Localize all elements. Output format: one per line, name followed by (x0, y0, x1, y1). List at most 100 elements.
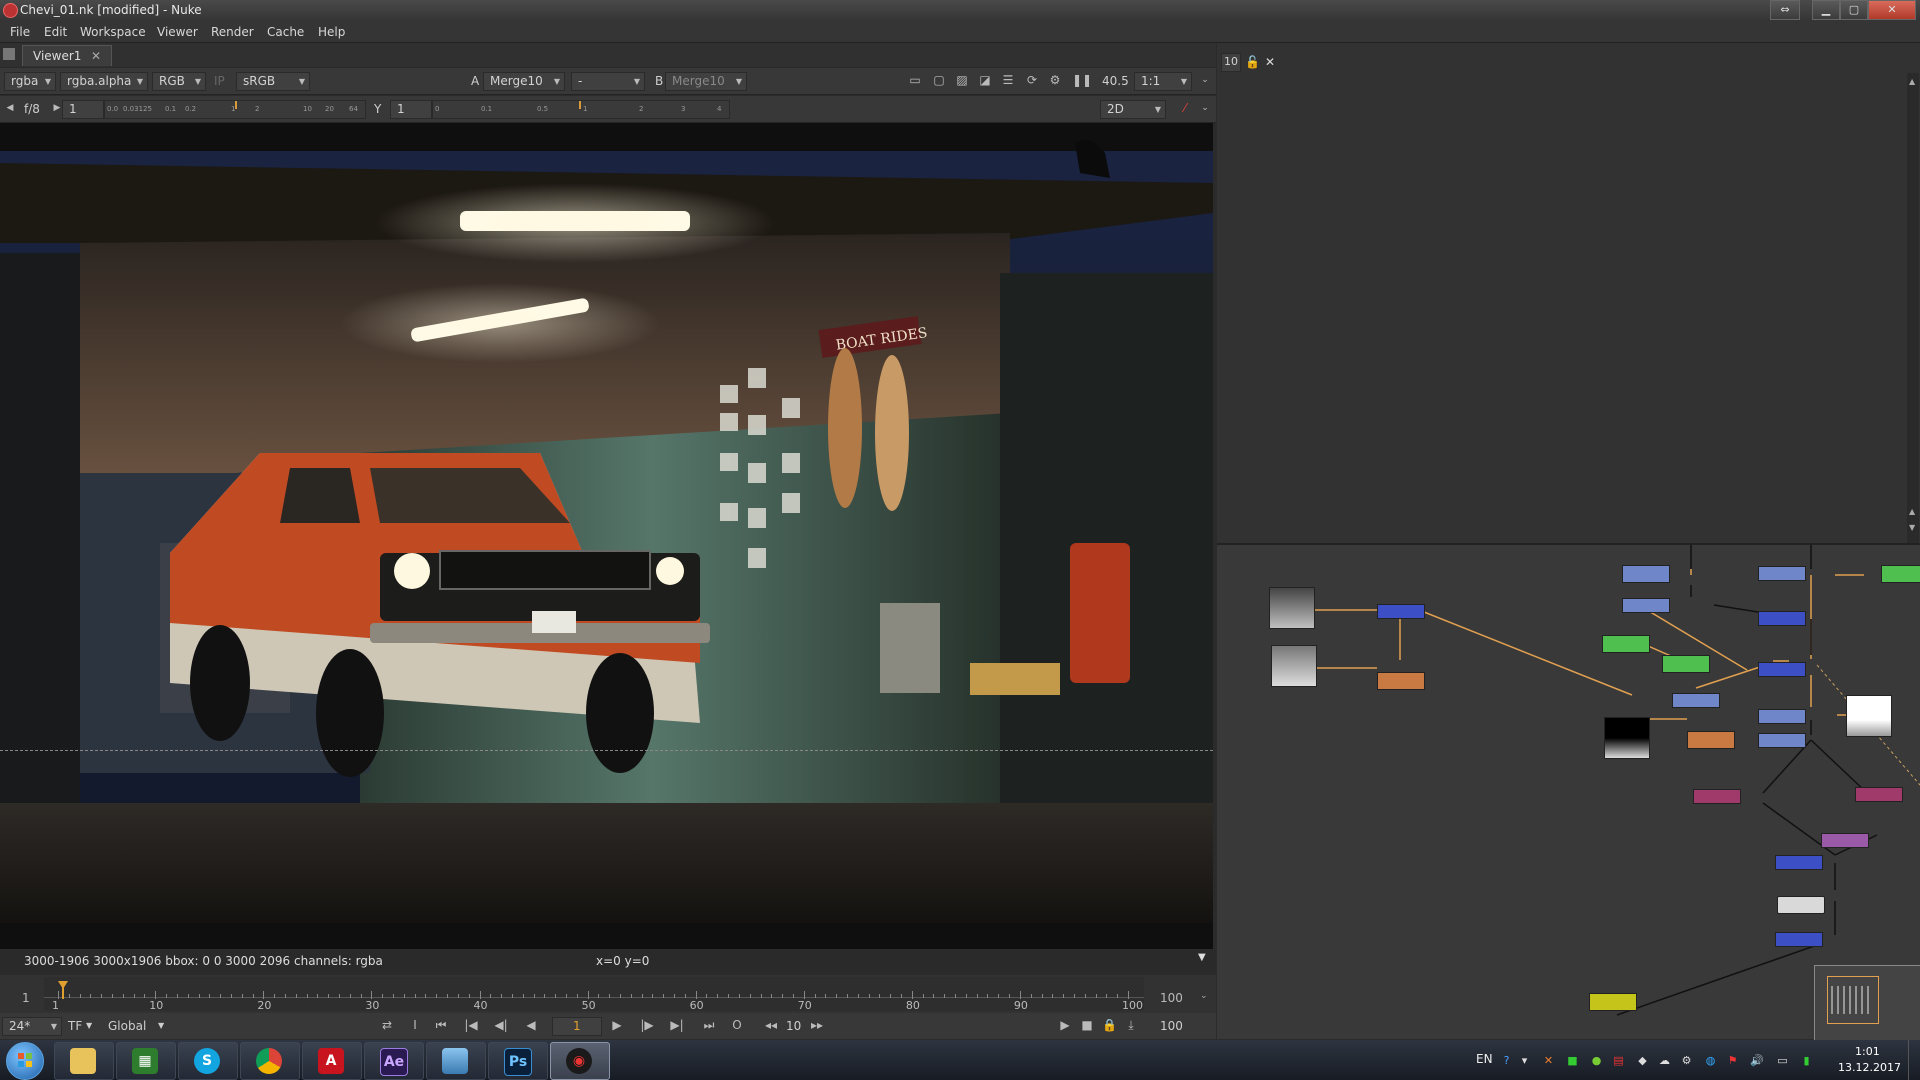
scroll-up-icon[interactable]: ▲ (1909, 507, 1915, 516)
minimize-button[interactable]: ▁ (1812, 0, 1840, 20)
step-forward-icon[interactable]: |▶ (640, 1019, 654, 1032)
settings-gear-icon[interactable]: ⚙ (1048, 74, 1062, 87)
tab-viewer1[interactable]: Viewer1 ✕ (22, 45, 112, 66)
lock-panels-icon[interactable]: 🔓 (1245, 55, 1260, 69)
tray-flag-icon[interactable]: ▤ (1612, 1054, 1625, 1067)
pause-icon[interactable]: ❚❚ (1072, 74, 1092, 87)
transform-node[interactable] (1758, 709, 1806, 724)
menu-render[interactable]: Render (211, 25, 254, 39)
language-indicator[interactable]: EN (1476, 1052, 1493, 1066)
scroll-down-icon[interactable]: ▼ (1909, 523, 1915, 532)
gain-slider[interactable]: 0.0 0.03125 0.1 0.2 1 2 10 20 64 (104, 100, 366, 119)
tray-app-icon[interactable]: ◍ (1704, 1054, 1717, 1067)
in-point-icon[interactable]: I (408, 1019, 422, 1032)
tray-nvidia-icon[interactable]: ● (1590, 1054, 1603, 1067)
merge-node[interactable] (1775, 855, 1823, 870)
colorspace-dropdown[interactable]: RGB ▼ (152, 72, 206, 91)
tray-arrow-icon[interactable]: ▾ (1518, 1054, 1531, 1067)
end-frame-value[interactable]: 100 (1160, 1019, 1183, 1033)
ip-button[interactable]: IP (214, 74, 225, 88)
alpha-channel-dropdown[interactable]: rgba.alpha ▼ (60, 72, 148, 91)
dot-node[interactable] (1777, 896, 1825, 914)
cloud-icon[interactable]: ☁ (1658, 1054, 1671, 1067)
render-icon[interactable]: ■ (1080, 1019, 1094, 1032)
zoom-value[interactable]: 40.5 (1102, 74, 1129, 88)
filter-node[interactable] (1821, 833, 1869, 848)
next-keyframe-icon[interactable]: ▶| (670, 1019, 684, 1032)
color-correct-node[interactable] (1602, 635, 1650, 653)
transform-node[interactable] (1758, 566, 1806, 581)
tray-alert-icon[interactable]: ⚑ (1726, 1054, 1739, 1067)
export-icon[interactable]: ⤓ (1124, 1019, 1138, 1032)
volume-icon[interactable]: 🔊 (1750, 1054, 1764, 1067)
current-frame-field[interactable]: 1 (552, 1017, 602, 1036)
transform-node[interactable] (1622, 598, 1670, 613)
read-node-thumbnail[interactable] (1846, 695, 1892, 737)
menu-edit[interactable]: Edit (44, 25, 67, 39)
color-correct-node[interactable] (1881, 565, 1920, 583)
menu-help[interactable]: Help (318, 25, 345, 39)
dropbox-icon[interactable]: ◆ (1636, 1054, 1649, 1067)
play-backward-icon[interactable]: ◀ (524, 1019, 538, 1032)
read-node-thumbnail[interactable] (1269, 587, 1315, 629)
skip-back-increment-icon[interactable]: ◂◂ (764, 1019, 778, 1032)
skip-to-end-icon[interactable]: ⏭ (702, 1019, 716, 1032)
taskbar-task-manager[interactable]: ▦ (116, 1042, 176, 1080)
more-options-icon[interactable]: ⌄ (1198, 102, 1212, 115)
scroll-up-icon[interactable]: ▲ (1909, 77, 1915, 86)
info-collapse-icon[interactable]: ▼ (1198, 952, 1206, 963)
close-button[interactable]: ✕ (1868, 0, 1916, 20)
chevron-down-icon[interactable]: ▼ (86, 1021, 92, 1030)
skip-to-start-icon[interactable]: ⏮ (434, 1019, 448, 1032)
panel-menu-icon[interactable] (3, 48, 15, 60)
viewer-lut-dropdown[interactable]: sRGB ▼ (236, 72, 310, 91)
properties-scrollbar[interactable]: ▲ ▲ ▼ (1907, 73, 1919, 543)
timeline-scrubber[interactable]: 1 10 20 30 40 50 60 70 80 90 100 (44, 977, 1144, 1012)
channels-dropdown[interactable]: rgba ▼ (4, 72, 56, 91)
clock-date[interactable]: 13.12.2017 (1838, 1061, 1901, 1074)
node-graph[interactable] (1217, 545, 1920, 1041)
restore-arrows-icon[interactable]: ⇔ (1770, 0, 1800, 20)
blur-node[interactable] (1855, 787, 1903, 802)
frame-increment-value[interactable]: 10 (786, 1019, 801, 1033)
chevron-down-icon[interactable]: ▼ (158, 1021, 164, 1030)
timeline-expand-icon[interactable]: ⌄ (1200, 991, 1208, 1001)
merge-node[interactable] (1775, 932, 1823, 947)
proxy-dropdown[interactable]: 1:1 ▼ (1134, 72, 1192, 91)
taskbar-after-effects[interactable]: Ae (364, 1042, 424, 1080)
tray-monitor-icon[interactable]: ■ (1566, 1054, 1579, 1067)
menu-viewer[interactable]: Viewer (157, 25, 198, 39)
menu-file[interactable]: File (10, 25, 30, 39)
read-node-thumbnail[interactable] (1271, 645, 1317, 687)
start-button[interactable] (6, 1042, 44, 1080)
maximize-button[interactable]: ▢ (1840, 0, 1868, 20)
network-icon[interactable]: ▭ (1776, 1054, 1789, 1067)
color-correct-node[interactable] (1662, 655, 1710, 673)
merge-node[interactable] (1758, 733, 1806, 748)
read-node-thumbnail[interactable] (1604, 717, 1650, 759)
timeline[interactable]: 1 1 10 20 30 40 50 60 70 80 90 100 100 ⌄ (0, 975, 1216, 1013)
gamma-field[interactable]: 1 (390, 100, 432, 119)
step-back-icon[interactable]: ◀| (494, 1019, 508, 1032)
range-mode-dropdown[interactable]: Global (108, 1019, 146, 1033)
node-graph-navigator[interactable] (1814, 965, 1920, 1041)
tray-tool-icon[interactable]: ✕ (1542, 1054, 1555, 1067)
more-options-icon[interactable]: ⌄ (1198, 74, 1212, 87)
timeline-end-frame[interactable]: 100 (1160, 991, 1183, 1005)
taskbar-photoshop[interactable]: Ps (488, 1042, 548, 1080)
skip-forward-increment-icon[interactable]: ▸▸ (810, 1019, 824, 1032)
view-mode-dropdown[interactable]: 2D ▼ (1100, 100, 1166, 119)
grade-node[interactable] (1687, 731, 1735, 749)
refresh-icon[interactable]: ⟳ (1025, 74, 1039, 87)
merge-node[interactable] (1377, 604, 1425, 619)
taskbar-explorer[interactable] (54, 1042, 114, 1080)
fps-dropdown[interactable]: 24* ▼ (2, 1017, 62, 1036)
max-panels-field[interactable]: 10 (1221, 53, 1241, 72)
menu-workspace[interactable]: Workspace (80, 25, 146, 39)
timeline-start-frame[interactable]: 1 (22, 991, 30, 1005)
taskbar-skype[interactable]: S (178, 1042, 238, 1080)
loop-mode-icon[interactable]: ⇄ (380, 1019, 394, 1032)
gain-field[interactable]: 1 (62, 100, 104, 119)
gamma-slider[interactable]: 0 0.1 0.5 1 2 3 4 (432, 100, 730, 119)
show-desktop-button[interactable] (1908, 1040, 1920, 1080)
